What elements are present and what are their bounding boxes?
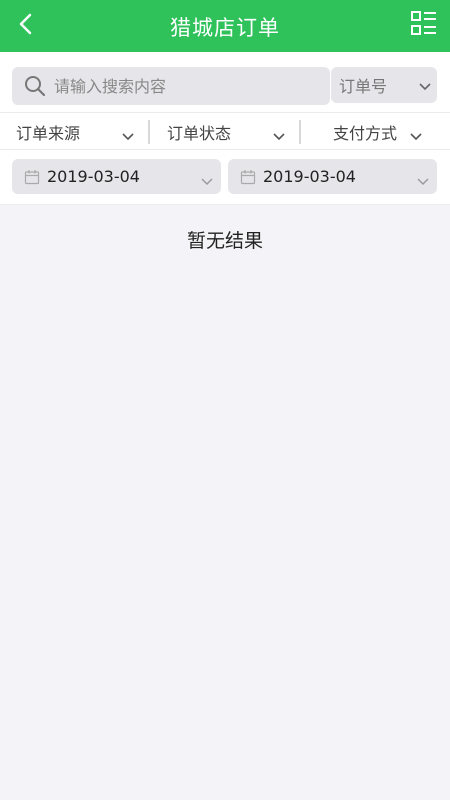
- app-header: 猎城店订单: [0, 0, 450, 52]
- search-type-label: 订单号: [339, 77, 388, 96]
- search-input[interactable]: [54, 71, 304, 101]
- list-menu-icon: [410, 10, 438, 42]
- filter-payment-method[interactable]: 支付方式: [333, 113, 423, 150]
- filter-order-source[interactable]: 订单来源: [16, 113, 134, 150]
- end-date-picker[interactable]: 2019-03-04: [228, 159, 437, 194]
- end-date-value: 2019-03-04: [263, 167, 356, 186]
- calendar-icon: [24, 169, 40, 185]
- filter-order-status[interactable]: 订单状态: [167, 113, 285, 150]
- search-type-select[interactable]: 订单号: [331, 67, 437, 103]
- search-icon: [24, 75, 46, 97]
- search-bar: 订单号: [0, 52, 450, 112]
- empty-results-message: 暂无结果: [186, 230, 263, 252]
- start-date-value: 2019-03-04: [47, 167, 140, 186]
- chevron-down-icon: [410, 126, 422, 145]
- chevron-down-icon: [419, 76, 431, 95]
- filter-label: 订单来源: [16, 123, 81, 143]
- page-title: 猎城店订单: [170, 16, 280, 40]
- back-button[interactable]: [8, 6, 44, 46]
- date-range-bar: 2019-03-04 2019-03-04: [0, 150, 450, 205]
- filter-divider: [148, 120, 150, 144]
- filter-divider: [299, 120, 301, 144]
- start-date-picker[interactable]: 2019-03-04: [12, 159, 221, 194]
- list-menu-button[interactable]: [408, 10, 440, 42]
- chevron-left-icon: [18, 12, 34, 40]
- chevron-down-icon: [201, 171, 213, 190]
- chevron-down-icon: [417, 171, 429, 190]
- chevron-down-icon: [273, 126, 285, 145]
- calendar-icon: [240, 169, 256, 185]
- filter-bar: 订单来源 订单状态 支付方式: [0, 112, 450, 150]
- filter-label: 支付方式: [333, 123, 398, 143]
- search-box[interactable]: [12, 67, 330, 105]
- filter-label: 订单状态: [167, 123, 232, 143]
- chevron-down-icon: [122, 126, 134, 145]
